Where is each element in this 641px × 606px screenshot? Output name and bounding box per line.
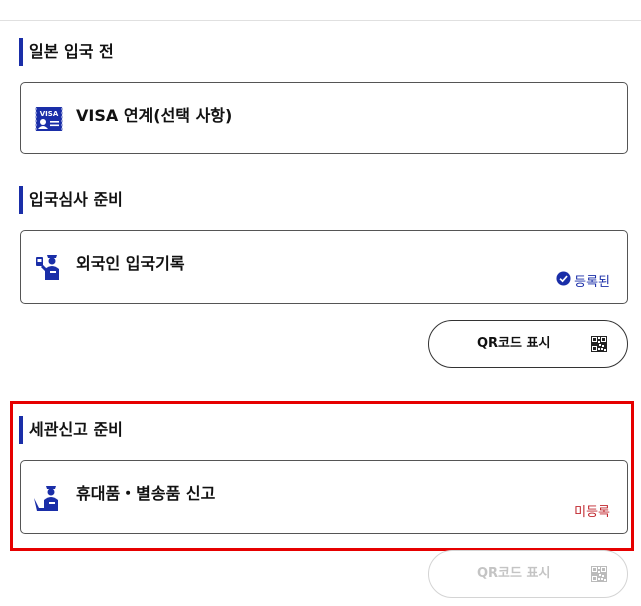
status-text: 미등록: [574, 505, 610, 520]
status-text: 등록된: [574, 275, 610, 290]
show-qr-code-button-customs[interactable]: QR코드 표시: [428, 550, 628, 598]
customs-declaration-card[interactable]: 휴대품・별송품 신고 미등록: [20, 460, 628, 534]
immigration-record-label: 외국인 입국기록: [76, 254, 185, 273]
qr-button-label: QR코드 표시: [477, 566, 551, 581]
customs-declaration-label: 휴대품・별송품 신고: [76, 484, 216, 503]
qr-button-label: QR코드 표시: [477, 336, 551, 351]
section-title-before-entry: 일본 입국 전: [19, 38, 114, 66]
check-circle-icon: [556, 271, 571, 290]
visa-link-label: VISA 연계(선택 사항): [76, 106, 233, 125]
qr-code-icon: [591, 566, 607, 582]
qr-code-icon: [591, 336, 607, 352]
status-badge-unregistered: 미등록: [574, 501, 610, 520]
visa-link-card[interactable]: VISA VISA 연계(선택 사항): [20, 82, 628, 154]
section-title-customs: 세관신고 준비: [19, 416, 123, 444]
section-title-immigration: 입국심사 준비: [19, 186, 123, 214]
top-divider: [0, 20, 641, 21]
customs-officer-icon: [33, 482, 65, 514]
immigration-officer-icon: [33, 250, 65, 282]
visa-icon: VISA: [33, 103, 65, 135]
show-qr-code-button-immigration[interactable]: QR코드 표시: [428, 320, 628, 368]
immigration-record-card[interactable]: 외국인 입국기록 등록된: [20, 230, 628, 304]
status-badge-registered: 등록된: [556, 271, 610, 290]
svg-text:VISA: VISA: [40, 110, 59, 118]
